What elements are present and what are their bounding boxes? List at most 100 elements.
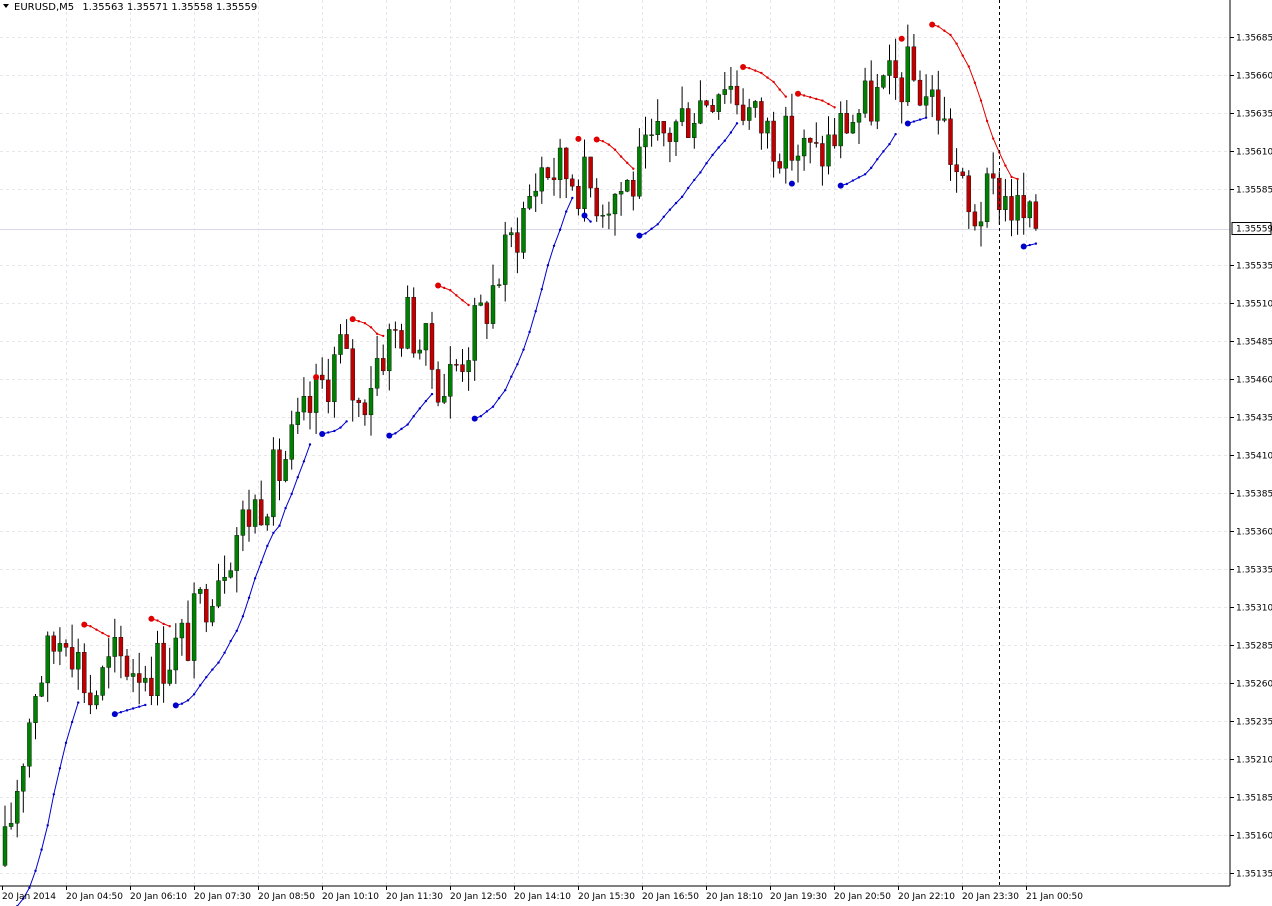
- candle-bull: [1027, 201, 1033, 219]
- price-tick-label: 1.35135: [1236, 870, 1272, 880]
- candle-bull: [698, 100, 703, 124]
- candle-bull: [984, 173, 990, 222]
- candle-bear: [545, 167, 551, 178]
- candle-bull: [179, 622, 185, 639]
- price-tick-label: 1.35160: [1236, 832, 1272, 842]
- candle-bear: [551, 177, 557, 180]
- price-tick-label: 1.35485: [1236, 338, 1272, 348]
- candle-bull: [856, 113, 862, 123]
- candle-bull: [692, 123, 697, 138]
- candle-bear: [936, 89, 941, 121]
- candle-bear: [832, 134, 837, 147]
- candle-bear: [136, 673, 142, 683]
- candle-bear: [259, 499, 264, 526]
- candle-bear: [435, 369, 441, 403]
- candle-bull: [240, 509, 246, 536]
- candle-bear: [893, 60, 898, 78]
- candle-bull: [197, 588, 203, 594]
- candle-bear: [759, 101, 764, 134]
- candle-bull: [649, 134, 654, 136]
- candle-bull: [94, 695, 99, 706]
- candle-bull: [679, 108, 685, 122]
- candle-bear: [740, 104, 746, 121]
- price-tick-label: 1.35660: [1236, 72, 1272, 82]
- psar-reversal-dot: [837, 182, 844, 189]
- candle-bear: [588, 156, 593, 189]
- candle-bull: [283, 459, 288, 481]
- candle-bear: [899, 77, 904, 103]
- candle-bear: [185, 622, 191, 661]
- price-tick-label: 1.35310: [1236, 604, 1272, 614]
- candle-bull: [216, 580, 221, 607]
- candle-bull: [75, 652, 81, 670]
- candle-bear: [307, 396, 313, 413]
- chart-area[interactable]: 1.35685 1.35660 1.35635 1.35610 1.35585 1.355…: [0, 0, 1272, 906]
- candle-bull: [643, 134, 648, 148]
- candle-bear: [661, 121, 666, 134]
- candle-bear: [399, 330, 404, 349]
- current-price-tag: 1.35559: [1231, 222, 1272, 236]
- candle-bull: [673, 121, 679, 142]
- candle-bull: [112, 637, 118, 657]
- candle-bull: [747, 107, 752, 121]
- candle-bull: [442, 396, 447, 403]
- candle-bull: [222, 577, 227, 581]
- candle-bull: [313, 374, 319, 413]
- candle-bear: [356, 399, 361, 403]
- candle-bull: [57, 643, 63, 652]
- candle-bear: [1033, 201, 1039, 229]
- candle-bull: [33, 696, 38, 723]
- candle-bear: [149, 677, 154, 697]
- candle-bull: [942, 118, 947, 121]
- candle-bull: [167, 669, 172, 684]
- candle-bear: [789, 115, 795, 161]
- candle-bear: [911, 46, 917, 81]
- price-tick-label: 1.35635: [1236, 110, 1272, 120]
- candle-bull: [332, 354, 337, 402]
- candle-bear: [814, 142, 819, 144]
- psar-reversal-dot: [313, 374, 320, 381]
- candle-bear: [88, 692, 93, 706]
- candle-bull: [905, 46, 910, 103]
- time-tick-label: 20 Jan 06:10: [130, 892, 187, 902]
- candle-bear: [954, 164, 959, 173]
- candle-bull: [600, 215, 605, 217]
- candle-bull: [228, 570, 233, 578]
- price-tick-label: 1.35685: [1236, 34, 1272, 44]
- price-tick-label: 1.35285: [1236, 642, 1272, 652]
- candle-bear: [667, 132, 673, 142]
- candle-bear: [570, 178, 575, 187]
- chart-title: EURUSD,M5 1.35563 1.35571 1.35558 1.3555…: [3, 2, 257, 13]
- time-tick-label: 20 Jan 10:10: [322, 892, 379, 902]
- candle-bull: [618, 191, 624, 195]
- psar-reversal-dot: [898, 35, 905, 42]
- candle-bear: [350, 348, 355, 401]
- candle-bull: [2, 826, 8, 866]
- candle-bull: [637, 146, 642, 197]
- svg-text:EURUSD,M5 1.35563 1.3557: EURUSD,M5 1.35563 1.35571 1.35558 1.3555…: [14, 2, 257, 13]
- price-tick-label: 1.35535: [1236, 262, 1272, 272]
- candle-bear: [734, 85, 740, 106]
- candle-bear: [960, 171, 965, 176]
- candle-bull: [478, 302, 483, 306]
- price-tick-label: 1.35435: [1236, 414, 1272, 424]
- candle-bull: [143, 677, 148, 683]
- candle-bull: [490, 285, 496, 324]
- candle-bear: [515, 232, 520, 253]
- time-tick-label: 20 Jan 19:30: [770, 892, 827, 902]
- candle-bull: [612, 193, 618, 215]
- candle-bull: [155, 642, 160, 697]
- candle-bear: [484, 302, 490, 324]
- symbol-label: EURUSD,M5: [14, 2, 74, 13]
- candle-bull: [289, 424, 294, 460]
- candle-bear: [320, 374, 325, 381]
- candle-bull: [368, 388, 374, 416]
- candle-bear: [454, 364, 459, 366]
- candle-bear: [704, 100, 709, 106]
- time-tick-label: 20 Jan 15:30: [578, 892, 635, 902]
- price-tick-label: 1.35210: [1236, 756, 1272, 766]
- time-tick-label: 21 Jan 00:50: [1026, 892, 1083, 902]
- candle-bear: [576, 186, 581, 209]
- candle-bull: [39, 682, 44, 697]
- candle-bull: [527, 196, 532, 209]
